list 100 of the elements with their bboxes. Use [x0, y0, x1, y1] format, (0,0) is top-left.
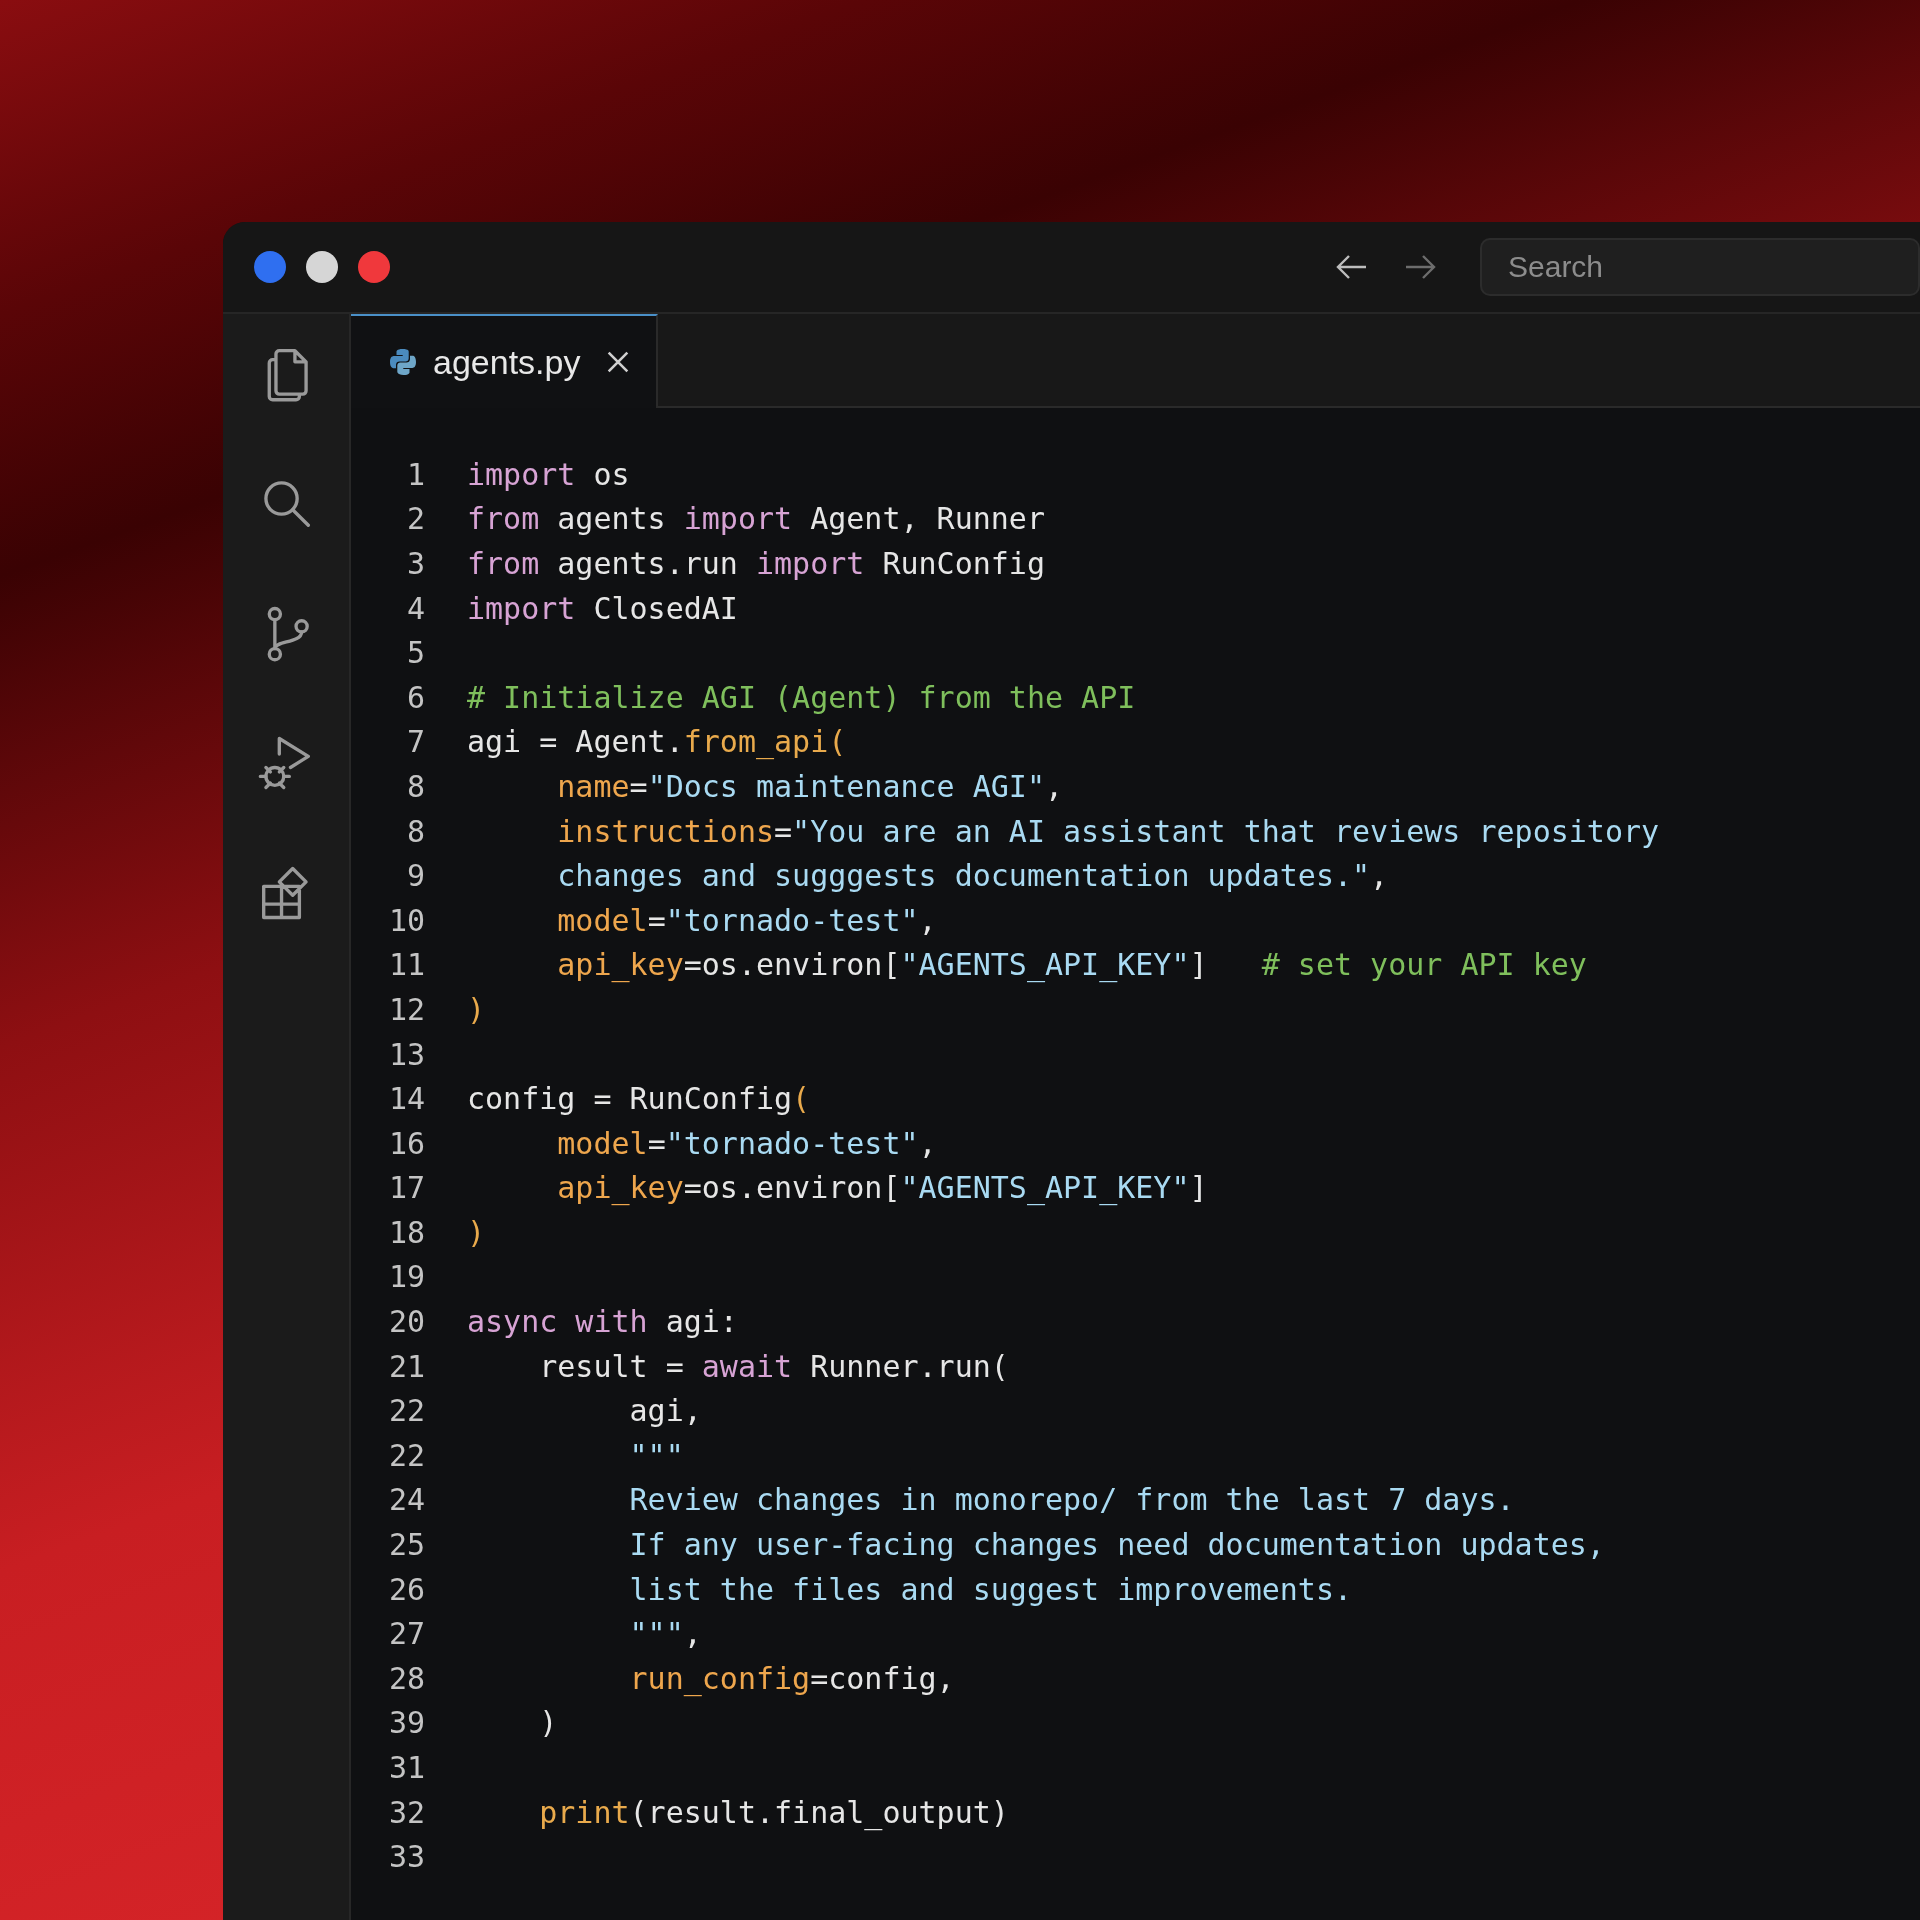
code-token: Review changes in monorepo/ from the last 7 days.	[628, 1482, 1515, 1518]
line-number: 27	[387, 1616, 425, 1652]
line-number: 3	[405, 546, 425, 581]
line-number: 32	[387, 1794, 425, 1830]
code-token: "AGENTS_API_KEY"	[900, 947, 1190, 983]
line-number: 24	[387, 1482, 425, 1518]
code-token: =	[647, 1125, 666, 1161]
code-token: api_key	[556, 947, 684, 983]
line-number: 13	[387, 1036, 425, 1072]
code-token: )	[467, 991, 486, 1027]
line-number: 22	[387, 1393, 425, 1429]
line-number: 12	[387, 991, 425, 1027]
code-token: agi:	[664, 1304, 738, 1340]
code-token: ,	[1370, 858, 1389, 894]
line-number: 25	[387, 1527, 425, 1563]
code-token: model	[556, 902, 648, 938]
code-token: ,	[918, 902, 937, 938]
code-token: ClosedAI	[592, 590, 738, 626]
line-number: 21	[387, 1348, 425, 1384]
code-token: (	[792, 1081, 811, 1117]
code-token: "tornado-test"	[665, 1125, 919, 1161]
line-number: 28	[387, 1660, 425, 1696]
line-number: 33	[387, 1839, 425, 1875]
code-token: list the files and suggest improvements.	[628, 1571, 1352, 1607]
python-file-icon	[387, 346, 419, 378]
code-token: "tornado-test"	[665, 902, 919, 938]
code-token: =	[774, 813, 793, 849]
code-token: =os.environ[	[683, 947, 901, 983]
code-token: await	[701, 1348, 793, 1384]
code-token: import	[756, 546, 865, 581]
line-number: 20	[387, 1304, 425, 1340]
editor-tab[interactable]: agents.py	[351, 314, 659, 408]
line-number: 1	[405, 456, 425, 492]
code-token: print	[538, 1794, 630, 1830]
code-token: "You are an AI assistant that reviews repository	[792, 813, 1660, 849]
code-token: Runner.run(	[809, 1348, 1009, 1384]
code-token: (result.final_output)	[629, 1794, 1009, 1830]
code-token: from	[467, 501, 540, 537]
line-number: 19	[387, 1259, 425, 1295]
code-token: changes and sugggests documentation updates."	[556, 858, 1371, 894]
line-number: 39	[387, 1705, 425, 1741]
window-control-dot[interactable]	[254, 251, 286, 283]
line-number: 8	[405, 813, 425, 849]
code-token: If any user-facing changes need documentation updates,	[628, 1527, 1605, 1563]
line-number: 6	[405, 679, 425, 715]
code-token: agents.run	[556, 546, 739, 581]
code-token: from_api(	[683, 724, 847, 760]
code-token: ]	[1189, 1170, 1208, 1206]
code-token: agi = Agent.	[467, 724, 684, 760]
line-number: 11	[387, 947, 425, 983]
code-token: agi,	[628, 1393, 702, 1429]
line-number: 9	[405, 858, 425, 894]
code-token: instructions	[556, 813, 775, 849]
code-token: os	[592, 456, 630, 492]
code-token: from	[467, 546, 540, 581]
line-number: 8	[405, 768, 425, 804]
code-token: "AGENTS_API_KEY"	[900, 1170, 1190, 1206]
line-number: 16	[387, 1125, 425, 1161]
code-token: api_key	[556, 1170, 684, 1206]
window-control-dot[interactable]	[358, 251, 390, 283]
line-number: 5	[405, 635, 425, 671]
code-token: config = RunConfig	[467, 1081, 793, 1117]
code-token: run_config	[628, 1660, 811, 1696]
code-token: ,	[1045, 768, 1064, 804]
code-token: ,	[918, 1125, 937, 1161]
code-token: """	[628, 1616, 684, 1652]
code-token: =	[647, 902, 666, 938]
line-number: 10	[387, 902, 425, 938]
code-token: ]	[1189, 947, 1208, 983]
code-token: name	[556, 768, 630, 804]
code-token: async with	[467, 1304, 648, 1340]
line-number: 7	[405, 724, 425, 760]
line-number: 22	[387, 1437, 425, 1473]
line-number: 31	[387, 1750, 425, 1785]
code-token: """	[628, 1437, 684, 1473]
code-token: import	[467, 590, 576, 626]
code-token: # set your API key	[1260, 947, 1587, 983]
code-token: import	[683, 501, 793, 537]
line-number: 14	[387, 1081, 425, 1117]
code-token: ,	[683, 1616, 702, 1652]
code-token: result =	[538, 1348, 685, 1384]
line-number: 17	[387, 1170, 425, 1206]
code-token: model	[556, 1125, 648, 1161]
code-token: =config,	[810, 1660, 955, 1696]
line-number: 26	[387, 1571, 425, 1607]
code-token: )	[538, 1705, 558, 1741]
code-token: # Initialize AGI (Agent) from the API	[467, 679, 1136, 715]
search-field[interactable]: Search	[1480, 238, 1920, 296]
code-token: Agent, Runner	[809, 501, 1045, 537]
line-number: 18	[387, 1214, 425, 1250]
line-number: 4	[405, 590, 425, 626]
code-token: agents	[556, 501, 667, 537]
code-token: "Docs maintenance AGI"	[647, 768, 1045, 804]
code-token: import	[467, 456, 576, 492]
line-number: 2	[405, 501, 425, 537]
code-token: =	[629, 768, 648, 804]
code-token: )	[467, 1214, 486, 1250]
code-token: RunConfig	[881, 546, 1045, 581]
window-control-dot[interactable]	[306, 251, 338, 283]
code-token: =os.environ[	[683, 1170, 901, 1206]
